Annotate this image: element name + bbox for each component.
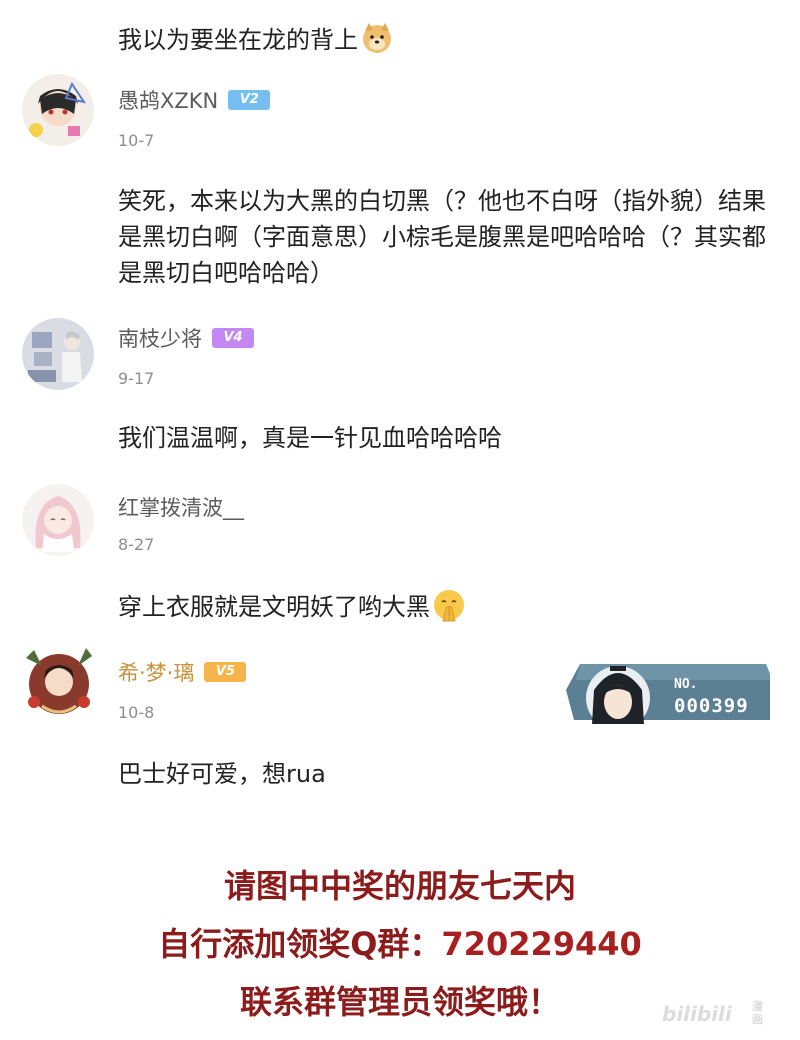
comment-text: 巴士好可爱，想rua xyxy=(118,760,326,788)
level-badge: V4 xyxy=(212,328,254,348)
username[interactable]: 南枝少将 V4 xyxy=(118,326,254,352)
avatar[interactable] xyxy=(20,644,98,722)
comment-date: 10-8 xyxy=(118,703,155,722)
promo-line-1: 请图中中奖的朋友七天内 xyxy=(223,867,576,905)
level-badge: V5 xyxy=(204,662,247,682)
fan-card: NO. 000399 xyxy=(566,660,770,724)
comment-text: 我以为要坐在龙的背上 xyxy=(118,22,768,58)
pray-face-emoji-icon xyxy=(432,588,466,622)
username[interactable]: 红掌拨清波__ xyxy=(118,495,244,521)
comment-text: 笑死，本来以为大黑的白切黑（？他也不白呀（指外貌）结果是黑切白啊（字面意思）小棕… xyxy=(118,187,766,287)
avatar[interactable] xyxy=(22,74,94,146)
watermark-sub: 漫画 xyxy=(752,1000,763,1026)
fan-card-label: NO. xyxy=(674,677,698,692)
promo-group-number: 720229440 xyxy=(441,925,642,963)
username[interactable]: 希·梦·璃 V5 xyxy=(118,660,247,686)
avatar[interactable] xyxy=(22,484,94,556)
comment-text: 穿上衣服就是文明妖了哟大黑 xyxy=(118,589,768,625)
comment-date: 10-7 xyxy=(118,131,155,150)
comment-text: 我们温温啊，真是一针见血哈哈哈哈 xyxy=(118,424,502,452)
comment-date: 8-27 xyxy=(118,535,155,554)
promo-line-2: 自行添加领奖Q群：720229440 xyxy=(158,925,642,963)
level-badge: V2 xyxy=(228,90,271,110)
bilibili-watermark: bilibili xyxy=(662,1002,732,1026)
comment-date: 9-17 xyxy=(118,369,155,388)
doge-emoji-icon xyxy=(360,21,394,55)
username[interactable]: 愚鸪XZKN V2 xyxy=(118,88,271,114)
avatar[interactable] xyxy=(22,318,94,390)
fan-card-number: 000399 xyxy=(674,695,749,717)
